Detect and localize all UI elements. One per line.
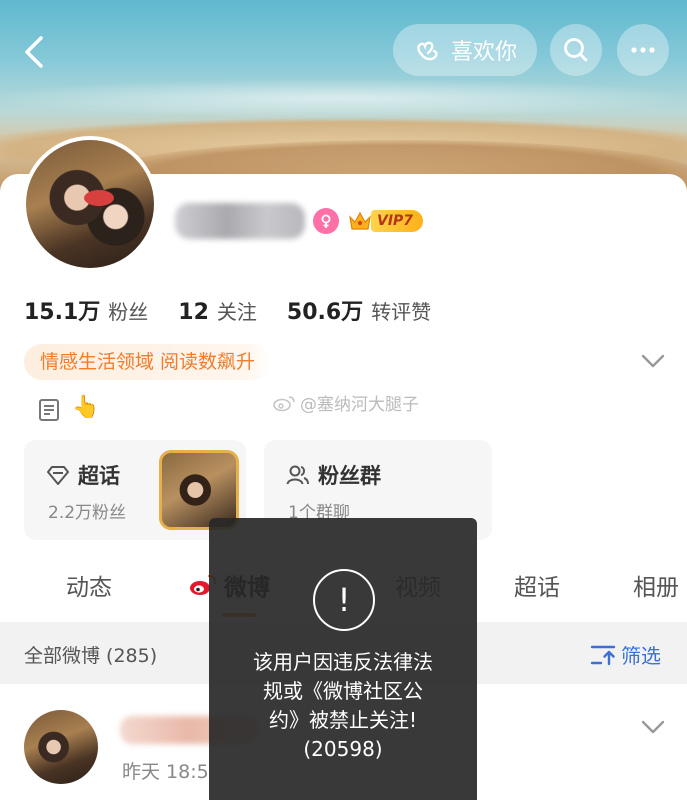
heart-hand-icon bbox=[417, 41, 438, 61]
pointing-hand-icon: 👆 bbox=[72, 395, 100, 420]
stat-value: 50.6万 bbox=[286, 300, 364, 325]
diamond-icon bbox=[47, 466, 69, 485]
vip-badge[interactable]: VIP7 bbox=[347, 207, 424, 235]
exclamation-icon: ! bbox=[313, 569, 375, 631]
stat-value: 15.1万 bbox=[24, 300, 101, 325]
more-button[interactable] bbox=[617, 24, 669, 76]
document-icon[interactable] bbox=[38, 398, 60, 422]
search-icon bbox=[564, 38, 588, 62]
filter-label: 筛选 bbox=[621, 644, 661, 668]
fan-group-title: 粉丝群 bbox=[286, 460, 381, 490]
profile-stats: 15.1万 粉丝 12 关注 50.6万 转评赞 bbox=[24, 294, 461, 326]
back-button[interactable] bbox=[14, 30, 54, 74]
stat-interactions[interactable]: 50.6万 转评赞 bbox=[287, 294, 431, 326]
watermark-text: @塞纳河大腿子 bbox=[300, 395, 419, 415]
stat-following[interactable]: 12 关注 bbox=[178, 296, 257, 325]
toast-message: 该用户因违反法律法 规或《微博社区公 约》被禁止关注! (20598) bbox=[253, 650, 433, 761]
stat-label: 关注 bbox=[216, 300, 257, 324]
all-posts-count[interactable]: 全部微博 (285) bbox=[24, 641, 157, 668]
filter-button[interactable]: 筛选 bbox=[589, 640, 661, 669]
domain-tag[interactable]: 情感生活领域 阅读数飙升 bbox=[24, 344, 272, 380]
tab-activity[interactable]: 动态 bbox=[66, 568, 112, 602]
stat-value: 12 bbox=[178, 300, 209, 325]
stat-followers[interactable]: 15.1万 粉丝 bbox=[24, 294, 148, 326]
avatar-image bbox=[26, 140, 154, 268]
female-icon bbox=[321, 214, 331, 228]
weibo-logo-icon bbox=[273, 395, 295, 411]
stat-label: 粉丝 bbox=[108, 300, 149, 324]
chevron-left-icon bbox=[25, 36, 43, 68]
filter-icon bbox=[590, 645, 616, 665]
super-topic-fans: 2.2万粉丝 bbox=[48, 503, 127, 523]
username-blurred bbox=[175, 203, 305, 239]
error-toast: ! 该用户因违反法律法 规或《微博社区公 约》被禁止关注! (20598) bbox=[209, 518, 477, 800]
crown-icon bbox=[349, 211, 371, 230]
super-topic-label: 超话 bbox=[78, 464, 120, 488]
chevron-down-icon[interactable] bbox=[640, 352, 666, 370]
like-you-label: 喜欢你 bbox=[450, 40, 517, 65]
super-topic-title: 超话 bbox=[46, 460, 120, 490]
stat-label: 转评赞 bbox=[371, 300, 432, 324]
post-avatar[interactable] bbox=[24, 710, 98, 784]
like-you-button[interactable]: 喜欢你 bbox=[393, 24, 537, 76]
watermark: @塞纳河大腿子 bbox=[272, 390, 419, 415]
vip-level-label: VIP7 bbox=[371, 210, 424, 232]
search-button[interactable] bbox=[550, 24, 602, 76]
fan-group-label: 粉丝群 bbox=[318, 464, 381, 488]
group-icon bbox=[286, 465, 309, 485]
tab-super-topic[interactable]: 超话 bbox=[514, 568, 560, 602]
gender-badge bbox=[313, 208, 339, 234]
profile-avatar[interactable] bbox=[22, 136, 158, 272]
more-dots-icon bbox=[631, 47, 655, 53]
tab-album[interactable]: 相册 bbox=[633, 568, 679, 602]
banner-foam bbox=[0, 78, 687, 118]
post-time: 昨天 18:5 bbox=[122, 761, 209, 783]
chevron-down-icon[interactable] bbox=[640, 718, 666, 736]
